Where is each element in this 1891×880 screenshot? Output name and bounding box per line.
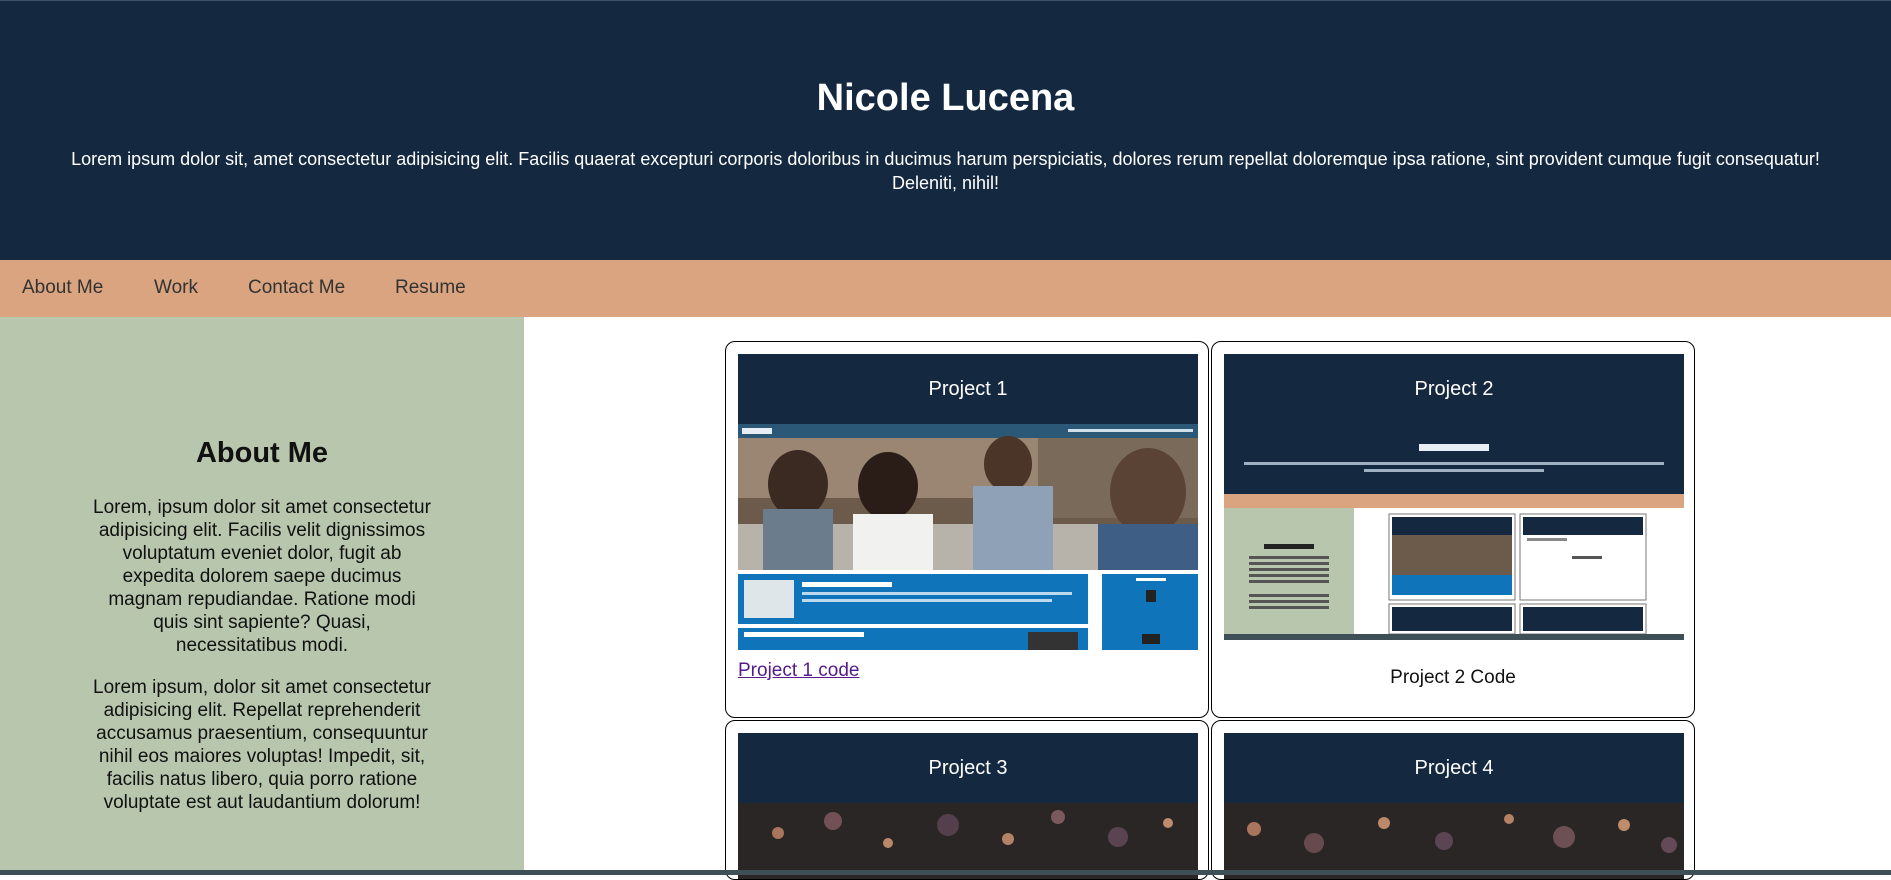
nav-resume[interactable]: Resume xyxy=(395,277,466,299)
nav-work[interactable]: Work xyxy=(154,277,198,299)
project-card-3: Project 3 xyxy=(725,720,1209,880)
project-card-1: Project 1 Project 1 code xyxy=(725,341,1209,718)
project-card-2: Project 2 Project 2 Code xyxy=(1211,341,1695,718)
project-1-title: Project 1 xyxy=(738,354,1198,424)
about-sidebar: About Me Lorem, ipsum dolor sit amet con… xyxy=(0,317,524,870)
project-2-caption: Project 2 Code xyxy=(1390,667,1516,688)
site-intro: Lorem ipsum dolor sit, amet consectetur … xyxy=(71,149,1820,193)
projects-area: Project 1 Project 1 code Project 2 Proje… xyxy=(524,317,1891,880)
project-3-image xyxy=(738,803,1198,879)
nav-about-me[interactable]: About Me xyxy=(22,277,103,299)
bottom-bar xyxy=(0,870,1891,875)
project-card-4: Project 4 xyxy=(1211,720,1695,880)
project-1-code-link[interactable]: Project 1 code xyxy=(738,660,859,682)
project-1-screenshot xyxy=(738,424,1198,650)
project-2-screenshot xyxy=(1224,424,1684,640)
project-2-title: Project 2 xyxy=(1224,354,1684,424)
about-title: About Me xyxy=(195,437,329,469)
navbar: About Me Work Contact Me Resume xyxy=(0,260,1891,317)
site-title: Nicole Lucena xyxy=(816,77,1075,119)
about-paragraph-1: Lorem, ipsum dolor sit amet consectetur … xyxy=(93,497,431,656)
project-3-title: Project 3 xyxy=(738,733,1198,803)
nav-contact-me[interactable]: Contact Me xyxy=(248,277,345,299)
project-4-image xyxy=(1224,803,1684,879)
project-4-title: Project 4 xyxy=(1224,733,1684,803)
about-paragraph-2: Lorem ipsum, dolor sit amet consectetur … xyxy=(93,677,431,813)
site-header: Nicole Lucena Lorem ipsum dolor sit, ame… xyxy=(0,0,1891,260)
